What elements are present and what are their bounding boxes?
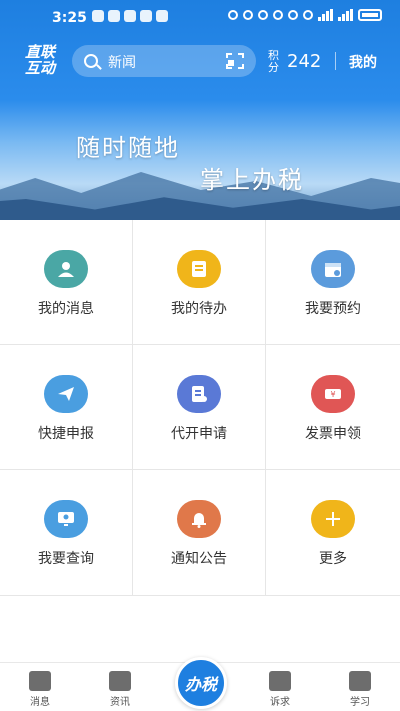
grid-item-quick-declare[interactable]: 快捷申报 (0, 345, 133, 470)
signal-icon (338, 9, 353, 21)
nav-label: 资讯 (110, 697, 130, 708)
todo-icon (177, 250, 221, 288)
edit-icon (269, 671, 291, 691)
notification-icon (140, 10, 152, 22)
grid-label: 我的消息 (38, 301, 94, 317)
promo-banner[interactable]: 随时随地 掌上办税 (0, 100, 400, 220)
nav-label: 诉求 (270, 697, 290, 708)
ticket-icon: ¥ (311, 375, 355, 413)
points-label: 积分 (268, 49, 279, 74)
grid-label: 我要查询 (38, 551, 94, 567)
nav-label: 消息 (30, 697, 50, 708)
tax-center-button[interactable]: 办税 (175, 657, 227, 709)
grid-item-todo[interactable]: 我的待办 (133, 220, 266, 345)
signal-icon (318, 9, 333, 21)
battery-icon (358, 9, 382, 21)
alarm-icon (258, 10, 268, 20)
service-grid: 我的消息 我的待办 我要预约 快捷申报 代开申请 ¥ 发票申领 我要查询 通知公… (0, 220, 400, 596)
grid-item-notice[interactable]: 通知公告 (133, 470, 266, 596)
calendar-icon (311, 250, 355, 288)
search-icon (84, 54, 98, 68)
eye-icon (228, 10, 238, 20)
notification-icon (124, 10, 136, 22)
bluetooth-icon (273, 10, 283, 20)
grid-label: 通知公告 (171, 551, 227, 567)
nav-item-appeal[interactable]: 诉求 (250, 671, 310, 708)
scan-icon[interactable] (226, 53, 244, 69)
news-icon (109, 671, 131, 691)
message-icon (29, 671, 51, 691)
nav-item-messages[interactable]: 消息 (10, 671, 70, 708)
grid-item-appointment[interactable]: 我要预约 (266, 220, 400, 345)
logo-line1: 直联 (24, 43, 55, 61)
app-logo: 直联 互动 (16, 44, 64, 80)
monitor-icon (44, 500, 88, 538)
points-value[interactable]: 242 (287, 51, 321, 72)
banner-line1: 随时随地 (76, 134, 180, 162)
grid-item-query[interactable]: 我要查询 (0, 470, 133, 596)
grid-label: 代开申请 (171, 426, 227, 442)
mine-link[interactable]: 我的 (349, 52, 377, 72)
notification-icon (156, 10, 168, 22)
tax-center-label: 办税 (184, 675, 217, 694)
grid-label: 更多 (319, 551, 347, 567)
plus-icon (311, 500, 355, 538)
grid-item-agent-apply[interactable]: 代开申请 (133, 345, 266, 470)
search-placeholder[interactable]: 新闻 (108, 52, 136, 72)
banner-line2: 掌上办税 (200, 166, 304, 194)
nfc-icon (243, 10, 253, 20)
search-bar[interactable]: 新闻 (72, 45, 256, 77)
grid-item-messages[interactable]: 我的消息 (0, 220, 133, 345)
book-icon (349, 671, 371, 691)
divider (335, 52, 336, 70)
notification-icon (92, 10, 104, 22)
svg-text:¥: ¥ (330, 390, 335, 399)
system-icons (228, 9, 382, 21)
nav-label: 学习 (350, 697, 370, 708)
status-bar: 3:25 (0, 0, 400, 36)
bell-icon (177, 500, 221, 538)
notification-icon (108, 10, 120, 22)
user-icon (44, 250, 88, 288)
status-time: 3:25 (52, 10, 87, 26)
nav-item-study[interactable]: 学习 (330, 671, 390, 708)
grid-label: 我的待办 (171, 301, 227, 317)
grid-item-invoice[interactable]: ¥ 发票申领 (266, 345, 400, 470)
document-edit-icon (177, 375, 221, 413)
paper-plane-icon (44, 375, 88, 413)
grid-label: 发票申领 (305, 426, 361, 442)
grid-label: 快捷申报 (38, 426, 94, 442)
grid-item-more[interactable]: 更多 (266, 470, 400, 596)
grid-label: 我要预约 (305, 301, 361, 317)
wifi-icon (303, 10, 313, 20)
logo-line2: 互动 (24, 59, 55, 77)
location-icon (288, 10, 298, 20)
notification-icons (92, 10, 168, 22)
nav-item-news[interactable]: 资讯 (90, 671, 150, 708)
app-header: 3:25 直联 互动 新闻 积分 242 我的 (0, 0, 400, 100)
